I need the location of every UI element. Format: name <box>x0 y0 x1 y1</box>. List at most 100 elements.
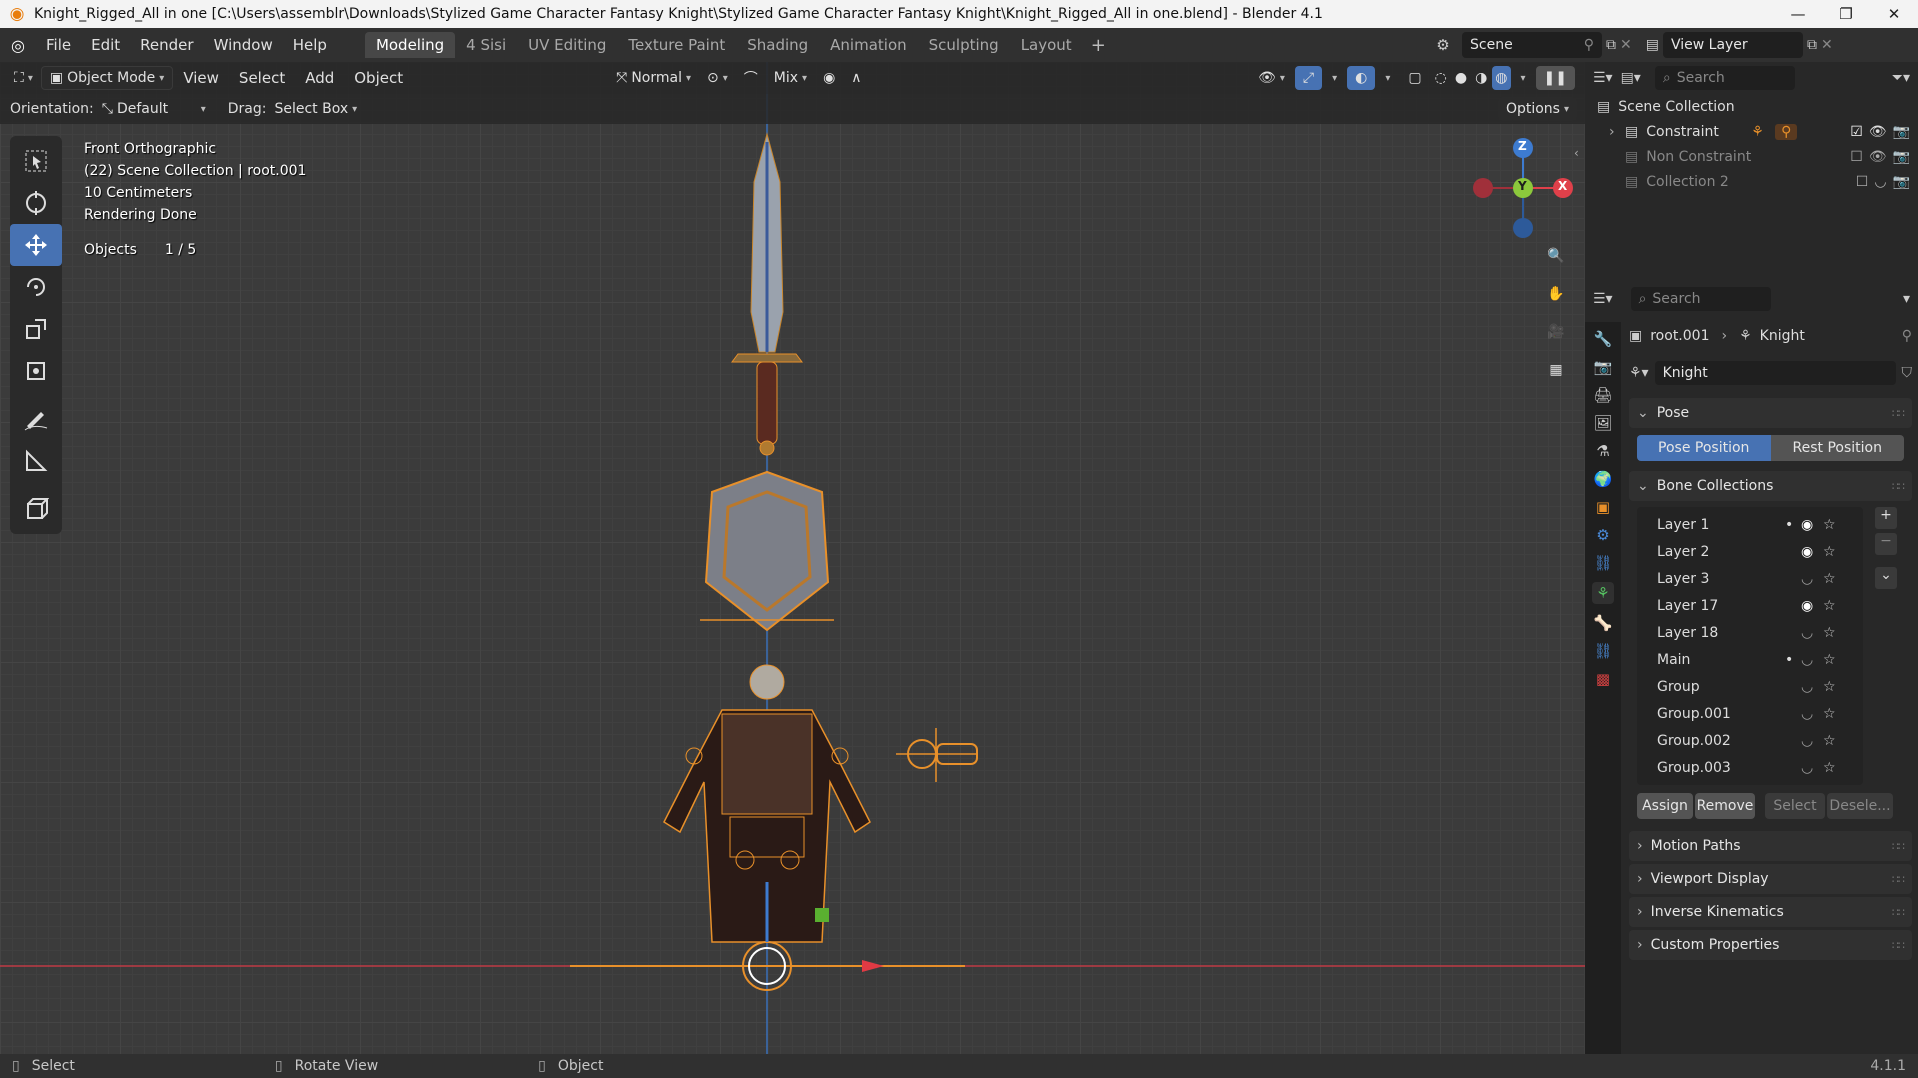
overlay-dropdown[interactable]: ▾ <box>1377 66 1398 90</box>
camera-icon[interactable]: 📷 <box>1893 124 1910 140</box>
filter-icon[interactable]: ⏷▾ <box>1892 70 1910 86</box>
pivot-dropdown[interactable]: ⊙ ▾ <box>699 66 736 90</box>
menu-window[interactable]: Window <box>204 33 283 57</box>
outliner-item-non-constraint[interactable]: ▤ Non Constraint ☐ 👁 📷 <box>1585 144 1918 169</box>
drag-handle-icon[interactable]: ∷∷ <box>1892 873 1905 886</box>
bone-collection-row[interactable]: Group.001 ◡ ☆ <box>1637 700 1863 727</box>
tab-tool-icon[interactable]: 🔧 <box>1594 330 1613 348</box>
viewport-menu-add[interactable]: Add <box>295 66 344 90</box>
gizmo-dropdown[interactable]: ▾ <box>1324 66 1345 90</box>
checkbox-icon[interactable]: ☑ <box>1850 124 1863 140</box>
add-cube-tool[interactable] <box>10 488 62 530</box>
new-scene-icon[interactable]: ⧉ <box>1606 37 1616 53</box>
pin-icon[interactable]: ⚲ <box>1584 37 1594 53</box>
camera-icon[interactable]: 📷 <box>1893 149 1910 165</box>
eye-closed-icon[interactable]: ◡ <box>1801 733 1823 749</box>
viewport-menu-view[interactable]: View <box>173 66 229 90</box>
bone-collection-row[interactable]: Layer 18 ◡ ☆ <box>1637 619 1863 646</box>
custom-properties-panel-header[interactable]: › Custom Properties ∷∷ <box>1629 930 1912 960</box>
eye-icon[interactable]: ◉ <box>1801 517 1823 533</box>
tab-constraint-icon[interactable]: ⛓ <box>1593 554 1612 572</box>
solo-star-icon[interactable]: ☆ <box>1823 652 1836 668</box>
deselect-button[interactable]: Desele... <box>1827 793 1893 819</box>
outliner-root[interactable]: ▤ Scene Collection <box>1585 94 1918 119</box>
tab-modeling[interactable]: Modeling <box>364 32 456 58</box>
gizmo-toggle[interactable]: ⤢ <box>1294 66 1323 90</box>
rest-position-button[interactable]: Rest Position <box>1770 435 1904 461</box>
perspective-grid-icon[interactable]: ▦ <box>1540 354 1572 386</box>
scale-tool[interactable] <box>10 308 62 350</box>
falloff-dropdown[interactable]: ∧ <box>843 66 869 90</box>
blender-menu-icon[interactable]: ◎ <box>0 36 36 55</box>
tab-sculpting[interactable]: Sculpting <box>918 32 1010 58</box>
add-collection-button[interactable]: + <box>1875 507 1897 529</box>
eye-closed-icon[interactable]: ◡ <box>1801 652 1823 668</box>
pin-icon[interactable]: ⚲ <box>1902 328 1912 344</box>
outliner-item-constraint[interactable]: › ▤ Constraint ⚘ ⚲ ☑ 👁 📷 <box>1585 119 1918 144</box>
eye-closed-icon[interactable]: ◡ <box>1801 679 1823 695</box>
eye-closed-icon[interactable]: ◡ <box>1801 760 1823 776</box>
tab-scene-icon[interactable]: ⚗ <box>1596 442 1609 460</box>
eye-closed-icon[interactable]: ◡ <box>1874 174 1886 190</box>
bone-collection-row[interactable]: Layer 2 ◉ ☆ <box>1637 538 1863 565</box>
proportional-edit-toggle[interactable]: ◉ <box>815 66 843 90</box>
tab-output-icon[interactable]: 🖨 <box>1593 386 1612 404</box>
camera-view-icon[interactable]: 🎥 <box>1540 316 1572 348</box>
solo-star-icon[interactable]: ☆ <box>1823 571 1836 587</box>
shading-rendered[interactable]: ◍ <box>1492 66 1511 90</box>
tab-animation[interactable]: Animation <box>819 32 917 58</box>
assign-button[interactable]: Assign <box>1637 793 1693 819</box>
drag-handle-icon[interactable]: ∷∷ <box>1892 407 1905 420</box>
outliner-display-mode-icon[interactable]: ▤▾ <box>1621 70 1641 86</box>
tab-uv-editing[interactable]: UV Editing <box>517 32 617 58</box>
solo-star-icon[interactable]: ☆ <box>1823 544 1836 560</box>
outliner-item-collection-2[interactable]: ▤ Collection 2 ☐ ◡ 📷 <box>1585 169 1918 194</box>
shading-solid[interactable]: ● <box>1452 66 1470 90</box>
tab-view-layer-icon[interactable]: 🖼 <box>1593 414 1612 432</box>
menu-help[interactable]: Help <box>283 33 337 57</box>
eye-icon[interactable]: ◉ <box>1801 598 1823 614</box>
checkbox-icon[interactable]: ☐ <box>1850 149 1863 165</box>
pause-render-button[interactable]: ❚❚ <box>1535 66 1575 90</box>
tab-texture-paint[interactable]: Texture Paint <box>617 32 736 58</box>
pose-position-button[interactable]: Pose Position <box>1637 435 1771 461</box>
eye-icon[interactable]: 👁 <box>1869 124 1887 140</box>
transform-tool[interactable] <box>10 350 62 392</box>
drag-handle-icon[interactable]: ∷∷ <box>1892 840 1905 853</box>
tab-texture-icon[interactable]: ▩ <box>1596 670 1610 688</box>
solo-star-icon[interactable]: ☆ <box>1823 625 1836 641</box>
new-view-layer-icon[interactable]: ⧉ <box>1807 37 1817 53</box>
rotate-tool[interactable] <box>10 266 62 308</box>
outliner-editor-icon[interactable]: ☰▾ <box>1593 70 1613 86</box>
tab-render-icon[interactable]: 📷 <box>1594 358 1613 376</box>
tab-bone-icon[interactable]: 🦴 <box>1594 614 1613 632</box>
bone-collection-row[interactable]: Layer 1 • ◉ ☆ <box>1637 511 1863 538</box>
drag-dropdown[interactable]: Select Box ▾ <box>266 97 365 121</box>
options-dropdown[interactable]: Options ▾ <box>1497 97 1577 121</box>
armature-name-field[interactable]: Knight <box>1654 361 1896 385</box>
bone-collection-row[interactable]: Group.002 ◡ ☆ <box>1637 727 1863 754</box>
solo-star-icon[interactable]: ☆ <box>1823 598 1836 614</box>
pan-hand-icon[interactable]: ✋ <box>1540 278 1572 310</box>
pose-panel-header[interactable]: ⌄ Pose ∷∷ <box>1629 398 1912 428</box>
transform-orientation-dropdown[interactable]: ⤧ Normal ▾ <box>608 66 699 90</box>
solo-star-icon[interactable]: ☆ <box>1823 517 1836 533</box>
viewport-menu-select[interactable]: Select <box>229 66 295 90</box>
orientation-dropdown[interactable]: ⤡ Default ▾ <box>94 97 214 121</box>
remove-collection-button[interactable]: − <box>1875 533 1897 555</box>
snap-toggle[interactable]: ⌒ <box>736 66 766 90</box>
bone-collection-row[interactable]: Layer 17 ◉ ☆ <box>1637 592 1863 619</box>
minimize-icon[interactable]: — <box>1774 0 1822 28</box>
close-icon[interactable]: ✕ <box>1870 0 1918 28</box>
shading-material[interactable]: ◑ <box>1472 66 1490 90</box>
tab-bone-constraint-icon[interactable]: ⛓ <box>1593 642 1612 660</box>
shading-wireframe[interactable]: ◌ <box>1432 66 1450 90</box>
menu-edit[interactable]: Edit <box>81 33 130 57</box>
collection-specials-icon[interactable]: ⌄ <box>1875 567 1897 589</box>
expand-arrow-icon[interactable]: › <box>1609 124 1625 140</box>
shading-dropdown[interactable]: ▾ <box>1513 66 1534 90</box>
bone-collection-row[interactable]: Group ◡ ☆ <box>1637 673 1863 700</box>
remove-button[interactable]: Remove <box>1695 793 1755 819</box>
mode-dropdown[interactable]: ▣ Object Mode ▾ <box>40 66 174 90</box>
add-workspace-button[interactable]: + <box>1083 35 1114 56</box>
